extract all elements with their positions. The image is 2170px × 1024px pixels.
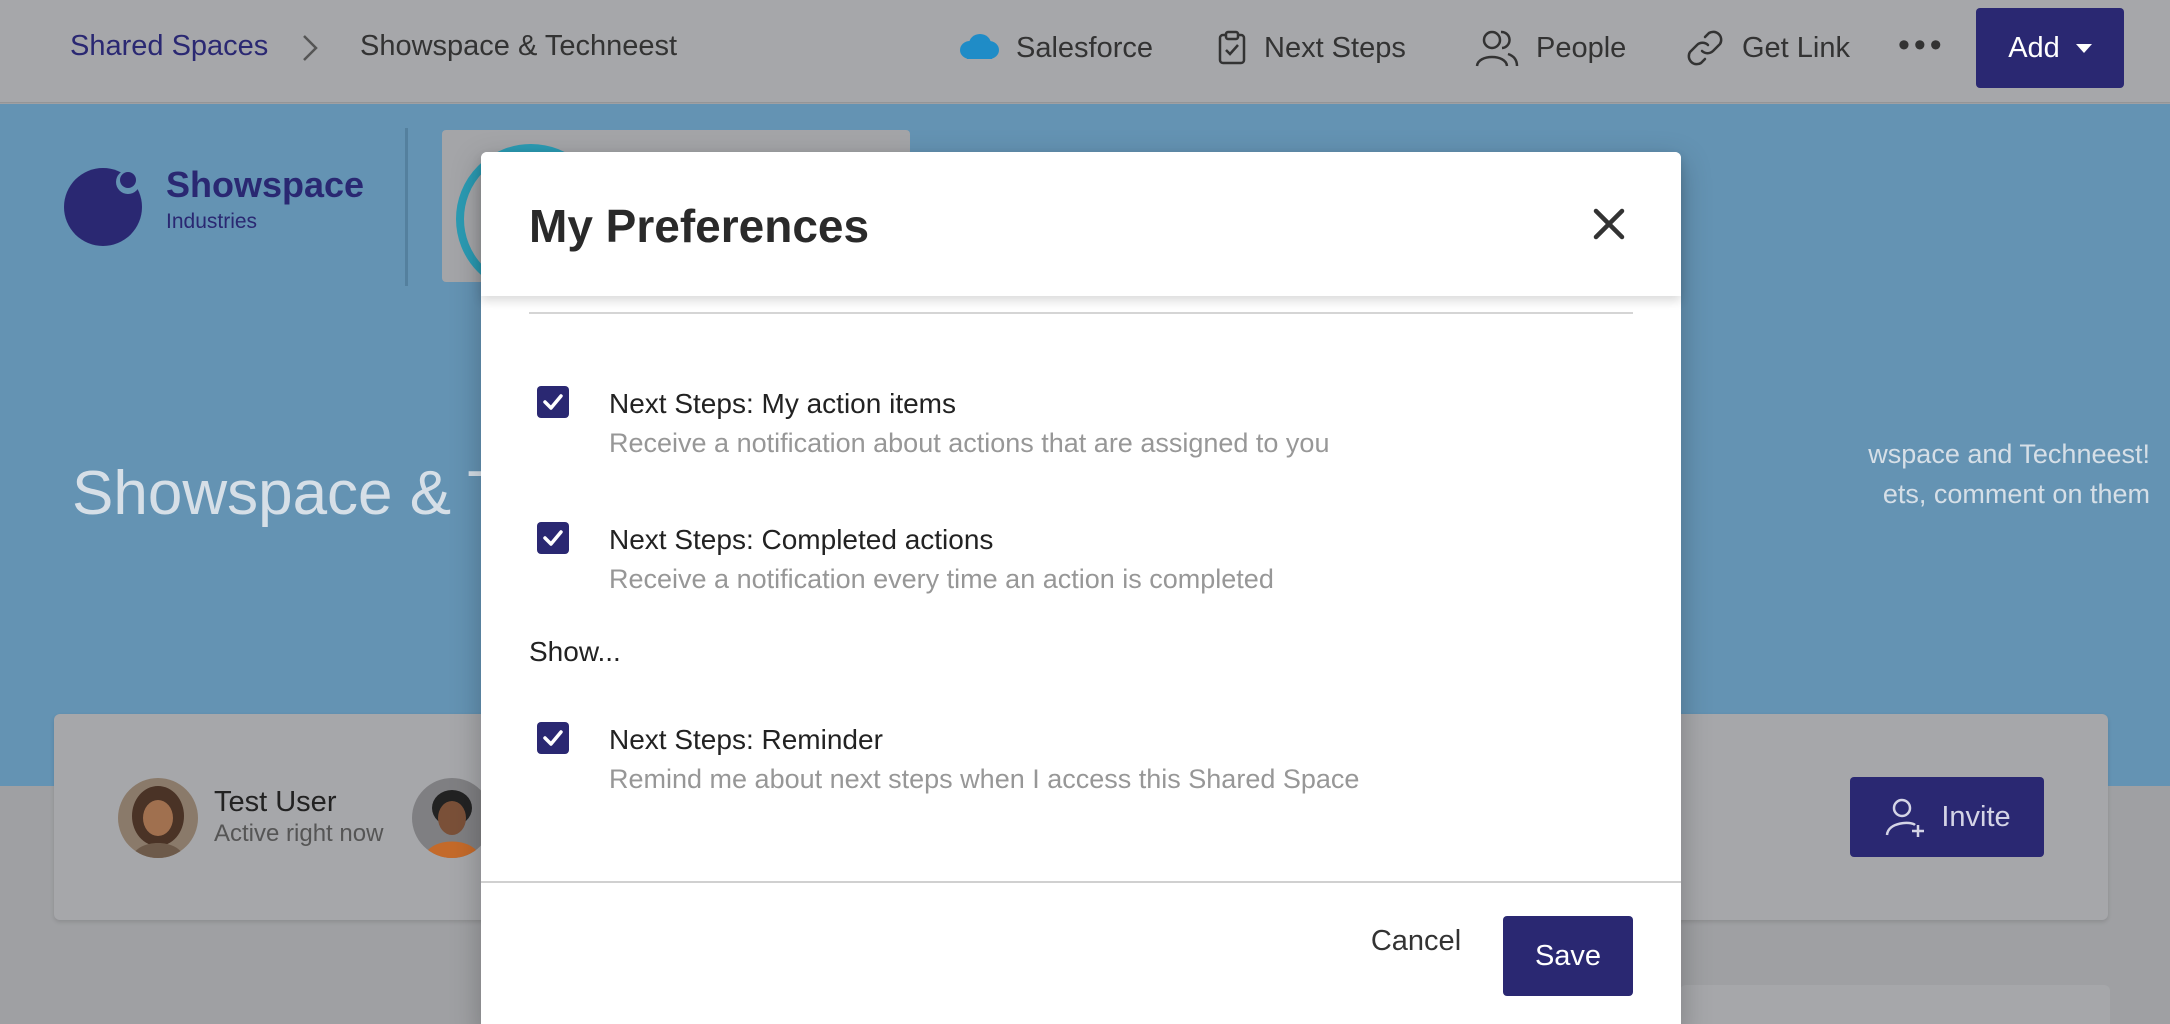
- save-button[interactable]: Save: [1503, 916, 1633, 996]
- brand-subtitle: Industries: [166, 210, 258, 233]
- modal-title: My Preferences: [529, 200, 870, 252]
- member-name: Test User: [214, 786, 337, 818]
- space-title: Showspace & T: [72, 459, 506, 528]
- pref-title: Next Steps: Completed actions: [609, 524, 994, 555]
- content-card: [1680, 985, 2110, 1024]
- cancel-button[interactable]: Cancel: [1361, 916, 1471, 966]
- nav-salesforce[interactable]: Salesforce: [958, 24, 1153, 72]
- member-status: Active right now: [214, 820, 384, 847]
- salesforce-cloud-icon: [960, 34, 999, 59]
- nav-next-steps-label: Next Steps: [1264, 31, 1406, 64]
- divider: [529, 312, 1633, 314]
- avatar-photo-icon: [118, 778, 198, 858]
- avatar[interactable]: [118, 778, 198, 858]
- space-description: wspace and Techneest! ets, comment on th…: [1630, 434, 2150, 514]
- checkmark-icon: [543, 730, 563, 746]
- checkbox-my-action-items[interactable]: [537, 386, 569, 418]
- checkmark-icon: [543, 394, 563, 410]
- more-options-icon[interactable]: •••: [1898, 26, 1946, 65]
- invite-button-label: Invite: [1941, 800, 2011, 833]
- nav-salesforce-label: Salesforce: [1016, 31, 1154, 64]
- brand-name: Showspace: [166, 164, 365, 205]
- nav-people[interactable]: People: [1474, 24, 1626, 72]
- link-icon: [1687, 30, 1723, 66]
- clipboard-check-icon: [1218, 30, 1246, 65]
- pref-title: Next Steps: Reminder: [609, 724, 883, 755]
- checkmark-icon: [543, 530, 563, 546]
- section-label-show: Show...: [529, 636, 621, 667]
- checkbox-completed-actions[interactable]: [537, 522, 569, 554]
- invite-button[interactable]: Invite: [1850, 777, 2044, 857]
- pref-description: Remind me about next steps when I access…: [609, 764, 1360, 794]
- pref-description: Receive a notification every time an act…: [609, 564, 1274, 594]
- preferences-modal: My Preferences Next Steps: My action ite…: [481, 152, 1681, 1024]
- space-description-line: ets, comment on them: [1882, 479, 2150, 509]
- breadcrumb-shared-spaces[interactable]: Shared Spaces: [70, 30, 268, 63]
- people-icon: [1475, 30, 1519, 67]
- avatar-photo-icon: [412, 778, 492, 858]
- space-description-line: wspace and Techneest!: [1868, 439, 2150, 469]
- caret-down-icon: [2075, 43, 2092, 53]
- showspace-logo-icon: [64, 168, 142, 246]
- nav-get-link-label: Get Link: [1742, 31, 1850, 64]
- breadcrumb-current: Showspace & Techneest: [360, 30, 678, 62]
- footer-divider: [481, 881, 1681, 883]
- nav-next-steps[interactable]: Next Steps: [1216, 24, 1406, 72]
- add-button-label: Add: [2008, 31, 2060, 64]
- modal-header: My Preferences: [481, 152, 1681, 296]
- add-button[interactable]: Add: [1976, 8, 2124, 88]
- add-user-icon: [1886, 798, 1925, 837]
- checkbox-reminder[interactable]: [537, 722, 569, 754]
- pref-description: Receive a notification about actions tha…: [609, 428, 1330, 458]
- top-navigation-bar: Shared Spaces Showspace & Techneest Sale…: [0, 0, 2170, 103]
- chevron-right-icon: [303, 35, 318, 61]
- logo-divider: [405, 128, 408, 286]
- pref-title: Next Steps: My action items: [609, 388, 957, 419]
- avatar[interactable]: [412, 778, 492, 858]
- close-icon[interactable]: [1589, 204, 1629, 244]
- nav-get-link[interactable]: Get Link: [1684, 24, 1850, 72]
- nav-people-label: People: [1536, 31, 1627, 64]
